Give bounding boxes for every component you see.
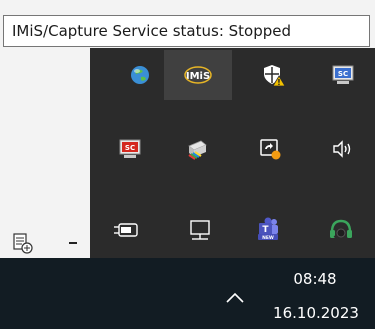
sc-monitor-red-icon[interactable]: SC <box>110 129 150 169</box>
defender-warning-icon[interactable]: ! <box>254 55 294 95</box>
tray-overflow-flyout: IMiS ! SC SC T NEW <box>90 48 375 258</box>
speaker-icon[interactable] <box>323 129 363 169</box>
imis-capture-icon[interactable]: IMiS <box>164 50 232 100</box>
sc-monitor-icon[interactable]: SC <box>323 55 363 95</box>
document-icon[interactable] <box>12 232 34 254</box>
minimize-dash <box>69 242 77 244</box>
svg-text:SC: SC <box>125 144 135 152</box>
printer-color-icon[interactable] <box>177 129 217 169</box>
svg-text:NEW: NEW <box>262 235 274 241</box>
clock-date[interactable]: 16.10.2023 <box>262 304 370 322</box>
svg-text:T: T <box>262 225 269 235</box>
show-hidden-icons-chevron-icon[interactable] <box>222 288 248 308</box>
headset-icon[interactable] <box>321 210 361 250</box>
teams-new-icon[interactable]: T NEW <box>248 208 288 248</box>
svg-text:SC: SC <box>338 70 348 78</box>
power-plug-icon[interactable] <box>106 210 146 250</box>
network-monitor-icon[interactable] <box>180 210 220 250</box>
desktop-edge <box>0 48 90 258</box>
screen-update-icon[interactable] <box>250 129 290 169</box>
svg-text:!: ! <box>277 78 281 87</box>
edge-globe-icon[interactable] <box>120 55 160 95</box>
clock-time[interactable]: 08:48 <box>270 270 360 288</box>
tray-tooltip: IMiS/Capture Service status: Stopped <box>3 15 370 47</box>
